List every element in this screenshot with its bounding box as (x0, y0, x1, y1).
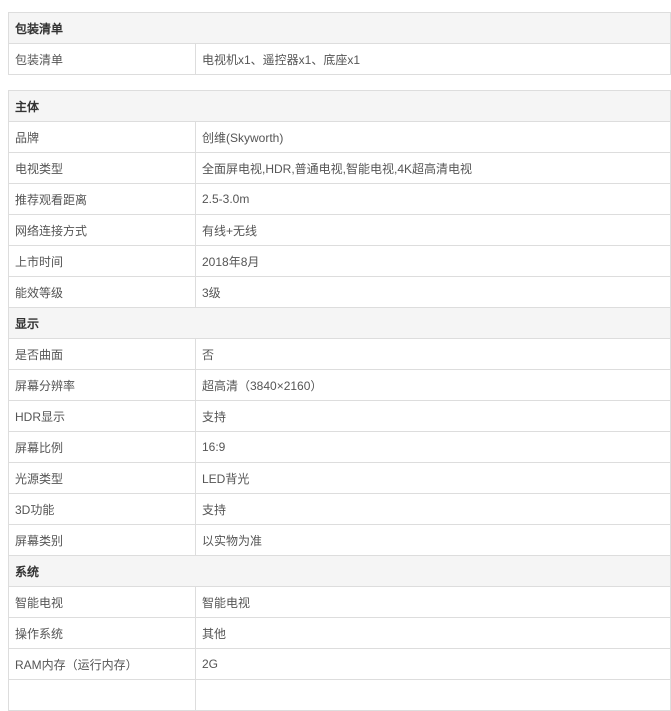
section-header-system: 系统 (8, 555, 671, 587)
spec-value: 否 (195, 338, 671, 370)
table-row: 智能电视 智能电视 (8, 586, 671, 618)
section-header-package: 包装清单 (8, 12, 671, 44)
spec-value: 创维(Skyworth) (195, 121, 671, 153)
spec-key: 推荐观看距离 (8, 183, 196, 215)
main-spec-table: 主体 品牌 创维(Skyworth) 电视类型 全面屏电视,HDR,普通电视,智… (8, 90, 671, 711)
spec-value: 16:9 (195, 431, 671, 463)
table-row: 光源类型 LED背光 (8, 462, 671, 494)
table-row: 操作系统 其他 (8, 617, 671, 649)
spec-key: RAM内存（运行内存） (8, 648, 196, 680)
spec-key (8, 679, 196, 711)
table-row: RAM内存（运行内存） 2G (8, 648, 671, 680)
table-row: 是否曲面 否 (8, 338, 671, 370)
table-row: 能效等级 3级 (8, 276, 671, 308)
table-row: 推荐观看距离 2.5-3.0m (8, 183, 671, 215)
table-row: HDR显示 支持 (8, 400, 671, 432)
spec-value: 支持 (195, 493, 671, 525)
section-title: 系统 (8, 555, 671, 587)
spec-key: 上市时间 (8, 245, 196, 277)
table-row: 屏幕比例 16:9 (8, 431, 671, 463)
spec-value (195, 679, 671, 711)
spec-key: 是否曲面 (8, 338, 196, 370)
package-spec-table: 包装清单 包装清单 电视机x1、遥控器x1、底座x1 (8, 12, 671, 75)
section-header-main: 主体 (8, 90, 671, 122)
table-row: 电视类型 全面屏电视,HDR,普通电视,智能电视,4K超高清电视 (8, 152, 671, 184)
spec-key: 屏幕类别 (8, 524, 196, 556)
spec-key: 操作系统 (8, 617, 196, 649)
spec-value: 超高清（3840×2160） (195, 369, 671, 401)
spec-value: 其他 (195, 617, 671, 649)
spec-key: 光源类型 (8, 462, 196, 494)
section-title: 主体 (8, 90, 671, 122)
spec-value: 电视机x1、遥控器x1、底座x1 (195, 43, 671, 75)
table-row: 网络连接方式 有线+无线 (8, 214, 671, 246)
spec-key: 能效等级 (8, 276, 196, 308)
table-row: 3D功能 支持 (8, 493, 671, 525)
spec-value: 有线+无线 (195, 214, 671, 246)
spec-key: 智能电视 (8, 586, 196, 618)
spec-value: 3级 (195, 276, 671, 308)
spec-value: LED背光 (195, 462, 671, 494)
spec-value: 智能电视 (195, 586, 671, 618)
spec-value: 全面屏电视,HDR,普通电视,智能电视,4K超高清电视 (195, 152, 671, 184)
spec-key: 屏幕分辨率 (8, 369, 196, 401)
spec-value: 2G (195, 648, 671, 680)
spec-key: 电视类型 (8, 152, 196, 184)
section-title: 显示 (8, 307, 671, 339)
spec-value: 2018年8月 (195, 245, 671, 277)
table-row: 上市时间 2018年8月 (8, 245, 671, 277)
spec-value: 2.5-3.0m (195, 183, 671, 215)
spec-key: 屏幕比例 (8, 431, 196, 463)
spec-key: 网络连接方式 (8, 214, 196, 246)
section-header-display: 显示 (8, 307, 671, 339)
table-row: 品牌 创维(Skyworth) (8, 121, 671, 153)
table-row: 屏幕类别 以实物为准 (8, 524, 671, 556)
spec-key: 3D功能 (8, 493, 196, 525)
spec-key: HDR显示 (8, 400, 196, 432)
spec-key: 品牌 (8, 121, 196, 153)
table-row (8, 679, 671, 711)
section-title: 包装清单 (8, 12, 671, 44)
table-row: 屏幕分辨率 超高清（3840×2160） (8, 369, 671, 401)
table-row: 包装清单 电视机x1、遥控器x1、底座x1 (8, 43, 671, 75)
spec-key: 包装清单 (8, 43, 196, 75)
spec-value: 以实物为准 (195, 524, 671, 556)
spec-value: 支持 (195, 400, 671, 432)
